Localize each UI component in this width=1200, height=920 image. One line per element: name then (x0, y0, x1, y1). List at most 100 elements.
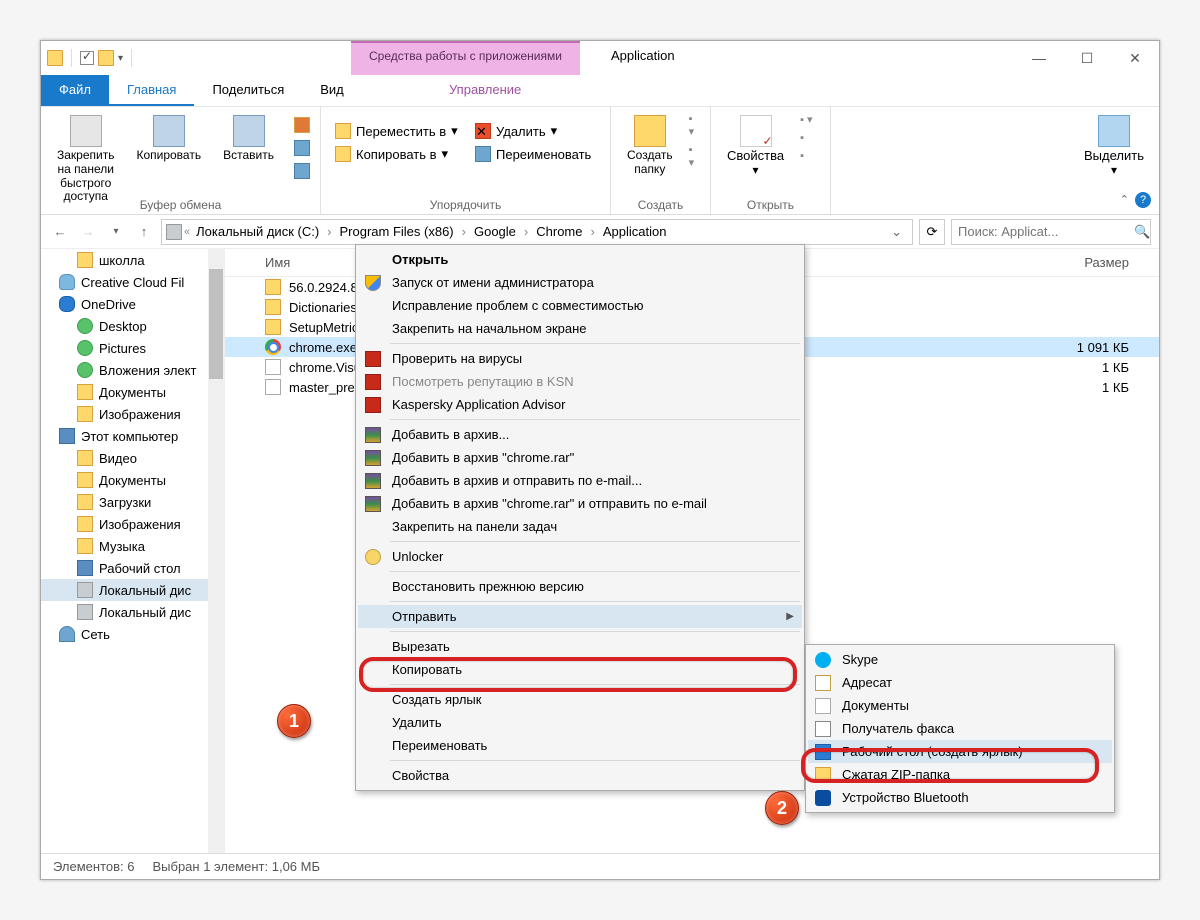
tree-item[interactable]: Изображения (41, 513, 224, 535)
context-menu-item[interactable]: Сжатая ZIP-папка (808, 763, 1112, 786)
search-input[interactable] (958, 224, 1134, 239)
paste-shortcut-button[interactable] (290, 161, 314, 181)
folder-icon (265, 279, 281, 295)
context-menu-item[interactable]: Получатель факса (808, 717, 1112, 740)
context-menu-item[interactable]: Создать ярлык (358, 688, 802, 711)
contextual-tab-group: Средства работы с приложениями (351, 41, 580, 75)
tab-home[interactable]: Главная (109, 75, 194, 106)
zip-icon (815, 767, 831, 783)
context-menu-item[interactable]: Добавить в архив... (358, 423, 802, 446)
pin-quick-access-button[interactable]: Закрепить на панели быстрого доступа (51, 111, 120, 208)
copy-path-button[interactable] (290, 138, 314, 158)
tree-item[interactable]: OneDrive (41, 293, 224, 315)
doc-icon (265, 359, 281, 375)
rename-button[interactable]: Переименовать (471, 144, 595, 164)
tree-item[interactable]: Этот компьютер (41, 425, 224, 447)
breadcrumb-part[interactable]: Application (599, 224, 671, 239)
column-header-size[interactable]: Размер (1084, 255, 1129, 270)
copy-button[interactable]: Копировать (130, 111, 207, 208)
close-button[interactable]: ✕ (1111, 41, 1159, 75)
select-button[interactable]: Выделить▾ (1079, 111, 1149, 182)
context-menu-item[interactable]: Адресат (808, 671, 1112, 694)
context-menu-item[interactable]: Добавить в архив "chrome.rar" (358, 446, 802, 469)
context-menu-item[interactable]: Свойства (358, 764, 802, 787)
context-menu-item[interactable]: Копировать (358, 658, 802, 681)
open-group-label: Открыть (711, 198, 830, 212)
address-bar[interactable]: « Локальный диск (C:) Program Files (x86… (161, 219, 913, 245)
tab-share[interactable]: Поделиться (194, 75, 302, 106)
history-dropdown[interactable]: ▾ (105, 221, 127, 243)
tree-item[interactable]: Документы (41, 381, 224, 403)
doc-icon (265, 379, 281, 395)
skype-icon (815, 652, 831, 668)
up-button[interactable]: ↑ (133, 221, 155, 243)
breadcrumb-part[interactable]: Google (470, 224, 520, 239)
tree-item[interactable]: школла (41, 249, 224, 271)
context-menu-item[interactable]: Unlocker (358, 545, 802, 568)
breadcrumb-dropdown[interactable]: ⌄ (885, 224, 908, 240)
context-menu-item[interactable]: Документы (808, 694, 1112, 717)
context-menu-item[interactable]: Отправить▶ (358, 605, 802, 628)
tree-item[interactable]: Вложения элект (41, 359, 224, 381)
tree-item[interactable]: Документы (41, 469, 224, 491)
rar-icon (365, 450, 381, 466)
back-button[interactable]: ← (49, 221, 71, 243)
qat-check-icon[interactable] (80, 51, 94, 65)
breadcrumb-part[interactable]: Локальный диск (C:) (192, 224, 323, 239)
context-menu-item[interactable]: Переименовать (358, 734, 802, 757)
minimize-button[interactable]: — (1015, 41, 1063, 75)
delete-button[interactable]: ✕Удалить ▾ (471, 121, 595, 141)
new-folder-button[interactable]: Создать папку (621, 111, 679, 181)
tree-item[interactable]: Desktop (41, 315, 224, 337)
paste-button[interactable]: Вставить (217, 111, 280, 208)
tree-item[interactable]: Видео (41, 447, 224, 469)
tree-item[interactable]: Pictures (41, 337, 224, 359)
collapse-ribbon-icon[interactable]: ⌃ (1120, 193, 1129, 206)
context-menu-item[interactable]: Удалить (358, 711, 802, 734)
context-menu-item[interactable]: Добавить в архив "chrome.rar" и отправит… (358, 492, 802, 515)
context-menu-item[interactable]: Закрепить на панели задач (358, 515, 802, 538)
context-menu-item[interactable]: Рабочий стол (создать ярлык) (808, 740, 1112, 763)
tree-item[interactable]: Creative Cloud Fil (41, 271, 224, 293)
context-menu-item[interactable]: Skype (808, 648, 1112, 671)
tab-manage[interactable]: Управление (431, 75, 539, 104)
mail-icon (815, 675, 831, 691)
context-menu-item[interactable]: Устройство Bluetooth (808, 786, 1112, 809)
context-menu-item[interactable]: Открыть (358, 248, 802, 271)
refresh-button[interactable]: ⟳ (919, 219, 945, 245)
green-icon (77, 362, 93, 378)
breadcrumb-part[interactable]: Chrome (532, 224, 586, 239)
context-menu-item[interactable]: Проверить на вирусы (358, 347, 802, 370)
context-menu-item[interactable]: Добавить в архив и отправить по e-mail..… (358, 469, 802, 492)
context-menu-item[interactable]: Исправление проблем с совместимостью (358, 294, 802, 317)
tree-item[interactable]: Рабочий стол (41, 557, 224, 579)
context-menu-item[interactable]: Восстановить прежнюю версию (358, 575, 802, 598)
breadcrumb-part[interactable]: Program Files (x86) (336, 224, 458, 239)
folder-icon (77, 472, 93, 488)
properties-button[interactable]: ✓Свойства▾ (721, 111, 790, 182)
context-menu-item[interactable]: Запуск от имени администратора (358, 271, 802, 294)
cut-button[interactable] (290, 115, 314, 135)
context-menu-item[interactable]: Вырезать (358, 635, 802, 658)
context-menu-item[interactable]: Посмотреть репутацию в KSN (358, 370, 802, 393)
create-group-label: Создать (611, 198, 710, 212)
nav-tree[interactable]: школлаCreative Cloud FilOneDriveDesktopP… (41, 249, 225, 853)
tab-file[interactable]: Файл (41, 75, 109, 106)
tree-scrollbar[interactable] (208, 249, 224, 853)
tree-item[interactable]: Сеть (41, 623, 224, 645)
tree-item[interactable]: Загрузки (41, 491, 224, 513)
folder-icon (77, 538, 93, 554)
tree-item[interactable]: Локальный дис (41, 579, 224, 601)
help-icon[interactable]: ? (1135, 192, 1151, 208)
tree-item[interactable]: Изображения (41, 403, 224, 425)
tab-view[interactable]: Вид (302, 75, 362, 106)
search-box[interactable]: 🔍 (951, 219, 1151, 245)
scrollbar-thumb[interactable] (209, 269, 223, 379)
maximize-button[interactable]: ☐ (1063, 41, 1111, 75)
tree-item[interactable]: Локальный дис (41, 601, 224, 623)
context-menu-item[interactable]: Kaspersky Application Advisor (358, 393, 802, 416)
context-menu-item[interactable]: Закрепить на начальном экране (358, 317, 802, 340)
explorer-window: ▾ Средства работы с приложениями Applica… (40, 40, 1160, 880)
forward-button[interactable]: → (77, 221, 99, 243)
tree-item[interactable]: Музыка (41, 535, 224, 557)
